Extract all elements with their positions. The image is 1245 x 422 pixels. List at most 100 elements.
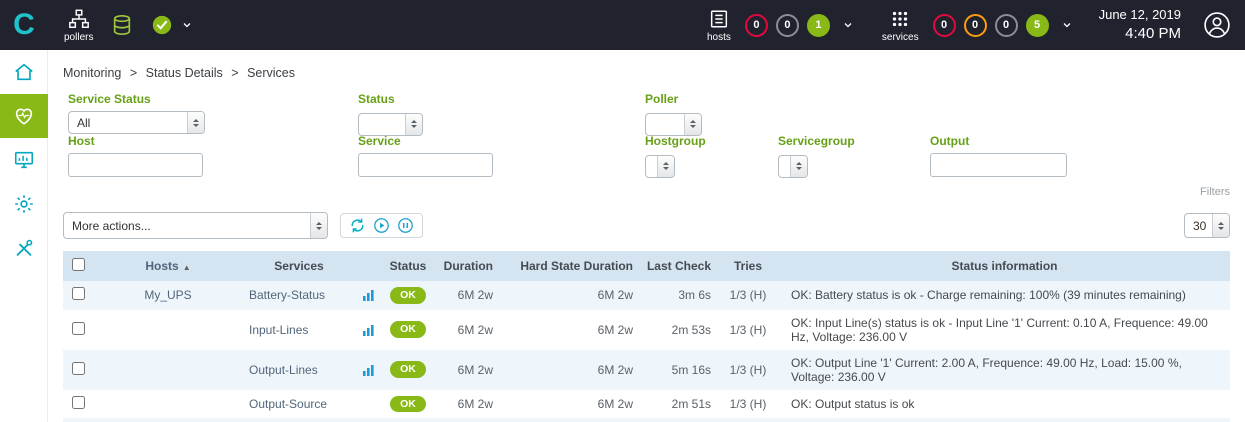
hosts-up-counter[interactable]: 1 — [807, 14, 830, 37]
play-icon[interactable] — [373, 217, 390, 234]
pause-icon[interactable] — [397, 217, 414, 234]
service-link[interactable]: Battery-Status — [243, 281, 355, 310]
page-size-value: 30 — [1193, 219, 1206, 233]
services-counters: 0 0 0 5 — [929, 14, 1053, 37]
tools-icon — [13, 237, 35, 259]
host-link — [93, 310, 243, 350]
service-link[interactable]: Ping — [243, 418, 355, 422]
col-tries[interactable]: Tries — [717, 251, 779, 281]
chevron-down-icon[interactable] — [181, 19, 193, 31]
centreon-logo-icon[interactable]: C — [0, 0, 48, 50]
hostgroup-select[interactable] — [645, 155, 675, 178]
status-information-cell: OK: Output status is ok — [779, 390, 1230, 419]
select-all-checkbox[interactable] — [72, 258, 85, 271]
pollers-menu[interactable]: pollers — [64, 8, 93, 43]
table-header-row: Hosts▲ Services Status Duration Hard Sta… — [63, 251, 1230, 281]
select-stepper-icon — [187, 112, 204, 133]
table-row: Input-Lines OK 6M 2w 6M 2w 2m 53s 1/3 (H… — [63, 310, 1230, 350]
output-label: Output — [930, 134, 1067, 148]
services-warning-counter[interactable]: 0 — [964, 14, 987, 37]
services-critical-counter[interactable]: 0 — [933, 14, 956, 37]
row-checkbox[interactable] — [72, 362, 85, 375]
servicegroup-select[interactable] — [778, 155, 808, 178]
status-badge: OK — [390, 321, 426, 338]
services-ok-counter[interactable]: 5 — [1026, 14, 1049, 37]
hosts-unreachable-counter[interactable]: 0 — [776, 14, 799, 37]
database-status[interactable] — [111, 14, 133, 36]
output-input[interactable] — [930, 153, 1067, 177]
col-services[interactable]: Services — [243, 251, 355, 281]
page-size-select[interactable]: 30 — [1184, 213, 1230, 238]
current-time: 4:40 PM — [1099, 24, 1181, 44]
row-checkbox[interactable] — [72, 396, 85, 409]
host-filter: Host — [68, 134, 203, 177]
refresh-icon[interactable] — [349, 217, 366, 234]
col-last-check[interactable]: Last Check — [639, 251, 717, 281]
status-badge: OK — [390, 396, 426, 413]
service-status-select[interactable]: All — [68, 111, 205, 134]
host-input[interactable] — [68, 153, 203, 177]
breadcrumb-services[interactable]: Services — [247, 66, 295, 80]
poller-select[interactable] — [645, 113, 702, 136]
graph-icon[interactable] — [362, 364, 375, 377]
poller-label: Poller — [645, 92, 702, 106]
more-actions-value: More actions... — [72, 219, 151, 233]
row-checkbox[interactable] — [72, 322, 85, 335]
services-menu[interactable]: services — [882, 8, 919, 43]
sort-asc-icon: ▲ — [183, 263, 191, 272]
host-label: Host — [68, 134, 203, 148]
breadcrumb-monitoring[interactable]: Monitoring — [63, 66, 121, 80]
col-duration[interactable]: Duration — [435, 251, 499, 281]
chevron-down-icon[interactable] — [1061, 19, 1073, 31]
hard-state-duration-cell: 6M 2w — [499, 281, 639, 310]
sidebar-item-reporting[interactable] — [0, 138, 48, 182]
service-status-label: Service Status — [68, 92, 205, 106]
status-filter: Status — [358, 92, 423, 136]
services-unknown-counter[interactable]: 0 — [995, 14, 1018, 37]
col-status[interactable]: Status — [381, 251, 435, 281]
graph-icon[interactable] — [362, 324, 375, 337]
hosts-down-counter[interactable]: 0 — [745, 14, 768, 37]
filter-panel: Service Status All Status Poller — [63, 88, 1230, 198]
user-avatar-icon[interactable] — [1203, 11, 1231, 39]
sidebar-item-home[interactable] — [0, 50, 48, 94]
sidebar-item-configuration[interactable] — [0, 182, 48, 226]
services-status-group: services 0 0 0 5 — [882, 8, 1073, 43]
col-hosts[interactable]: Hosts▲ — [93, 251, 243, 281]
breadcrumb-status-details[interactable]: Status Details — [146, 66, 223, 80]
more-actions-select[interactable]: More actions... — [63, 212, 328, 239]
status-select[interactable] — [358, 113, 423, 136]
col-hard-state-duration[interactable]: Hard State Duration — [499, 251, 639, 281]
chevron-down-icon[interactable] — [842, 19, 854, 31]
service-link[interactable]: Output-Source — [243, 390, 355, 419]
tries-cell: 1/3 (H) — [717, 418, 779, 422]
last-check-cell: 5m 16s — [639, 350, 717, 390]
select-stepper-icon — [405, 114, 422, 135]
output-filter: Output — [930, 134, 1067, 177]
col-status-information[interactable]: Status information — [779, 251, 1230, 281]
top-bar: C pollers — [0, 0, 1245, 50]
graph-icon[interactable] — [362, 289, 375, 302]
row-checkbox[interactable] — [72, 287, 85, 300]
service-link[interactable]: Output-Lines — [243, 350, 355, 390]
centreon-app: C pollers — [0, 0, 1245, 422]
database-icon — [111, 14, 133, 36]
hosts-menu[interactable]: hosts — [707, 8, 731, 43]
status-information-cell: OK: Input Line(s) status is ok - Input L… — [779, 310, 1230, 350]
select-stepper-icon — [790, 156, 807, 177]
host-link[interactable]: My_UPS — [93, 281, 243, 310]
status-information-cell: OK - 10.100.1.231 rta 11,446mslost 0% — [779, 418, 1230, 422]
service-link[interactable]: Input-Lines — [243, 310, 355, 350]
duration-cell: 6M 2w — [435, 281, 499, 310]
pollers-sitemap-icon — [68, 8, 90, 30]
sidebar — [0, 50, 48, 422]
sidebar-item-monitoring[interactable] — [0, 94, 48, 138]
status-badge: OK — [390, 361, 426, 378]
host-link — [93, 418, 243, 422]
poller-ok-status[interactable] — [151, 14, 173, 36]
service-input[interactable] — [358, 153, 493, 177]
main-content: Monitoring > Status Details > Services S… — [48, 50, 1245, 422]
duration-cell: 6M 2w — [435, 310, 499, 350]
sidebar-item-administration[interactable] — [0, 226, 48, 270]
reporting-chart-icon — [13, 149, 35, 171]
